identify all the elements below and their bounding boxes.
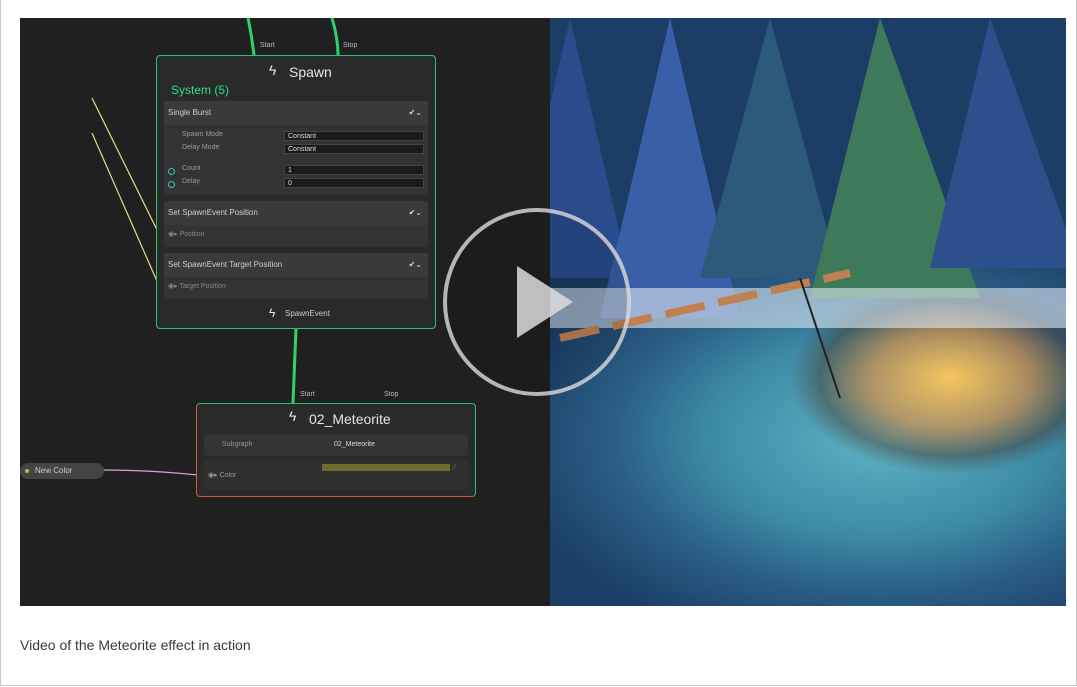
- play-button[interactable]: [441, 206, 633, 398]
- target-port-label: ◉▸ Target Position: [168, 283, 226, 290]
- set-target-label: Set SpawnEvent Target Position: [168, 260, 283, 269]
- position-port-label: ◉▸ Position: [168, 231, 205, 238]
- video-player[interactable]: Start Stop ϟ Spawn System (5) Single Bur…: [20, 18, 1066, 606]
- lightning-icon: ϟ: [269, 306, 276, 320]
- checkbox-icon[interactable]: ✔⌄: [409, 253, 422, 277]
- position-label: Position: [179, 231, 205, 238]
- dot-icon: [25, 469, 29, 473]
- target-position-label: Target Position: [179, 283, 226, 290]
- subgraph-field[interactable]: 02_Meteorite: [334, 441, 375, 448]
- spawn-event-label: SpawnEvent: [285, 309, 330, 318]
- input-wire-start: [246, 18, 256, 56]
- single-burst-block: Single Burst ✔⌄ Spawn Mode Constant Delay…: [164, 101, 428, 195]
- new-color-property[interactable]: New Color: [20, 463, 104, 479]
- meteorite-title: 02_Meteorite: [309, 411, 391, 427]
- video-card: Start Stop ϟ Spawn System (5) Single Bur…: [0, 0, 1077, 686]
- count-field[interactable]: 1: [284, 165, 424, 175]
- delay-field[interactable]: 0: [284, 178, 424, 188]
- lightning-icon: ϟ: [269, 62, 277, 78]
- subgraph-row: Subgraph 02_Meteorite: [204, 434, 468, 456]
- color-key: Color: [219, 472, 237, 479]
- single-burst-label: Single Burst: [168, 108, 212, 117]
- set-target-block: Set SpawnEvent Target Position ✔⌄ ◉▸ Tar…: [164, 253, 428, 299]
- subgraph-label: Subgraph: [222, 441, 253, 448]
- color-wire: [99, 469, 199, 476]
- new-color-label: New Color: [35, 466, 73, 475]
- input-wire-stop: [330, 18, 340, 56]
- yellow-wire-2: [91, 132, 161, 289]
- color-label: ◉▸ Color: [208, 472, 237, 479]
- spawn-mode-dropdown[interactable]: Constant: [284, 131, 424, 141]
- port-icon[interactable]: [168, 181, 175, 188]
- spawn-stop-label: Stop: [343, 42, 358, 49]
- delay-label: Delay: [182, 178, 200, 185]
- set-position-block: Set SpawnEvent Position ✔⌄ ◉▸ Position: [164, 201, 428, 247]
- checkbox-icon[interactable]: ✔⌄: [409, 101, 422, 125]
- system-name: System (5): [171, 83, 230, 97]
- yellow-wire-1: [91, 97, 161, 237]
- spawn-start-label: Start: [260, 42, 275, 49]
- video-caption: Video of the Meteorite effect in action: [20, 637, 251, 653]
- spawn-to-meteor-wire: [291, 327, 298, 404]
- meteor-stop-label: Stop: [384, 391, 399, 398]
- count-label: Count: [182, 165, 201, 172]
- spawn-node[interactable]: ϟ Spawn System (5) Single Burst ✔⌄ Spawn…: [156, 55, 436, 329]
- spawn-mode-label: Spawn Mode: [182, 131, 223, 138]
- delay-mode-label: Delay Mode: [182, 144, 220, 151]
- spawn-title: Spawn: [289, 64, 332, 80]
- eyedropper-icon[interactable]: ⁄: [454, 462, 456, 472]
- lightning-icon: ϟ: [289, 408, 297, 424]
- color-row: ◉▸ Color ⁄: [204, 460, 468, 490]
- delay-mode-dropdown[interactable]: Constant: [284, 144, 424, 154]
- set-position-label: Set SpawnEvent Position: [168, 208, 258, 217]
- meteor-start-label: Start: [300, 391, 315, 398]
- checkbox-icon[interactable]: ✔⌄: [409, 201, 422, 225]
- color-swatch[interactable]: [322, 464, 450, 471]
- meteorite-node[interactable]: ϟ 02_Meteorite Subgraph 02_Meteorite ◉▸ …: [196, 403, 476, 497]
- port-icon[interactable]: [168, 168, 175, 175]
